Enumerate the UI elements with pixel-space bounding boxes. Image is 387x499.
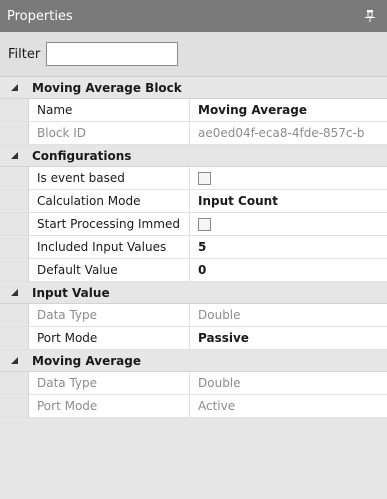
property-row-port-mode: Port Mode Active: [0, 395, 387, 418]
property-value: ae0ed04f-eca8-4fde-857c-b: [198, 126, 365, 140]
is-event-based-checkbox[interactable]: [198, 171, 211, 185]
property-name: Data Type: [29, 372, 190, 394]
property-row-port-mode[interactable]: Port Mode Passive: [0, 327, 387, 350]
properties-panel: Properties Filter Moving Average Block N…: [0, 0, 387, 499]
filter-label: Filter: [8, 46, 41, 62]
property-value[interactable]: Passive: [190, 327, 387, 349]
property-name: Is event based: [29, 167, 190, 189]
property-name: Data Type: [29, 304, 190, 326]
property-row-name[interactable]: Name Moving Average: [0, 99, 387, 122]
property-value: Double: [198, 376, 241, 390]
property-row-block-id: Block ID ae0ed04f-eca8-4fde-857c-b: [0, 122, 387, 145]
property-value[interactable]: 0: [190, 259, 387, 281]
category-label: Moving Average: [32, 353, 141, 368]
property-grid: Moving Average Block Name Moving Average…: [0, 77, 387, 418]
property-value[interactable]: 5: [190, 236, 387, 258]
property-value: Double: [198, 308, 241, 322]
property-name: Name: [29, 99, 190, 121]
category-input-value[interactable]: Input Value: [0, 282, 387, 304]
property-row-start-processing[interactable]: Start Processing Immed: [0, 213, 387, 236]
category-label: Configurations: [32, 148, 132, 163]
category-moving-average[interactable]: Moving Average: [0, 350, 387, 372]
category-configurations[interactable]: Configurations: [0, 145, 387, 167]
property-row-data-type: Data Type Double: [0, 372, 387, 395]
property-row-calculation-mode[interactable]: Calculation Mode Input Count: [0, 190, 387, 213]
property-name: Default Value: [29, 259, 190, 281]
property-row-data-type: Data Type Double: [0, 304, 387, 327]
category-moving-average-block[interactable]: Moving Average Block: [0, 77, 387, 99]
property-name: Block ID: [29, 122, 190, 144]
property-value: [190, 167, 387, 189]
property-value: Active: [198, 399, 236, 413]
category-label: Input Value: [32, 285, 110, 300]
panel-title: Properties: [7, 8, 73, 24]
property-name: Port Mode: [29, 327, 190, 349]
property-value[interactable]: Input Count: [190, 190, 387, 212]
property-value: [190, 213, 387, 235]
start-processing-checkbox[interactable]: [198, 217, 211, 231]
filter-bar: Filter: [0, 32, 387, 77]
property-row-default-value[interactable]: Default Value 0: [0, 259, 387, 282]
collapse-triangle-icon[interactable]: [6, 77, 22, 99]
property-name: Start Processing Immed: [29, 213, 190, 235]
property-row-included-input-values[interactable]: Included Input Values 5: [0, 236, 387, 259]
property-row-is-event-based[interactable]: Is event based: [0, 167, 387, 190]
property-name: Port Mode: [29, 395, 190, 417]
pin-icon[interactable]: [363, 9, 377, 23]
panel-titlebar: Properties: [0, 0, 387, 32]
property-name: Calculation Mode: [29, 190, 190, 212]
property-value[interactable]: Moving Average: [190, 99, 387, 121]
category-label: Moving Average Block: [32, 80, 182, 95]
property-name: Included Input Values: [29, 236, 190, 258]
collapse-triangle-icon[interactable]: [6, 282, 22, 304]
collapse-triangle-icon[interactable]: [6, 350, 22, 372]
filter-input[interactable]: [46, 42, 179, 66]
collapse-triangle-icon[interactable]: [6, 145, 22, 167]
